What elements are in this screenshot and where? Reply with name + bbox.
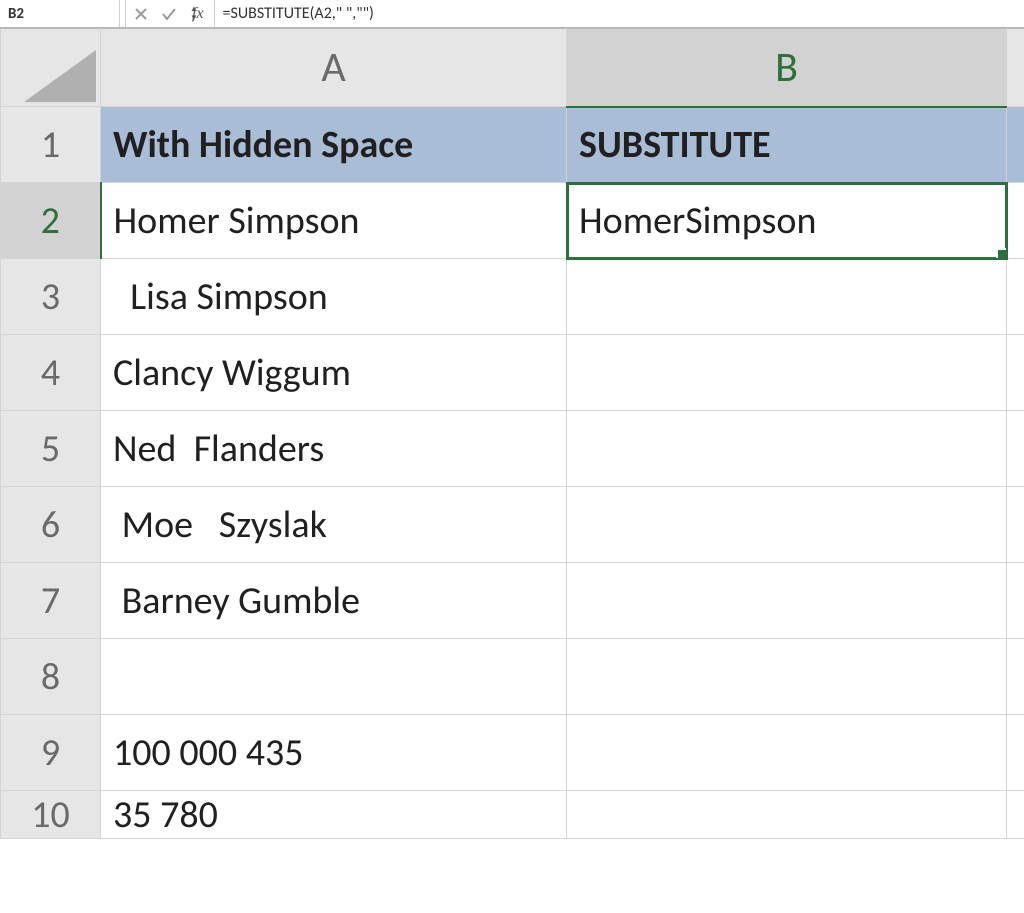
table-row: 7 Barney Gumble: [1, 563, 1024, 639]
cell-A7[interactable]: Barney Gumble: [101, 563, 567, 639]
cell[interactable]: [1007, 639, 1024, 715]
cell-A10[interactable]: 35 780: [101, 791, 567, 839]
cell-B2[interactable]: HomerSimpson: [567, 183, 1007, 259]
table-row: 8: [1, 639, 1024, 715]
cell[interactable]: [1007, 107, 1024, 183]
cell-B9[interactable]: [567, 715, 1007, 791]
cancel-icon[interactable]: [132, 5, 150, 23]
sheet-grid: A B 1 With Hidden Space SUBSTITUTE 2 Hom…: [0, 28, 1024, 913]
row-header[interactable]: 8: [1, 639, 101, 715]
cell-A3[interactable]: Lisa Simpson: [101, 259, 567, 335]
cell-B6[interactable]: [567, 487, 1007, 563]
cell[interactable]: [1007, 487, 1024, 563]
column-header-C-partial[interactable]: [1007, 29, 1024, 107]
row-header[interactable]: 7: [1, 563, 101, 639]
cell-A9[interactable]: 100 000 435: [101, 715, 567, 791]
cell-B8[interactable]: [567, 639, 1007, 715]
cell-B5[interactable]: [567, 411, 1007, 487]
cell-A6[interactable]: Moe Szyslak: [101, 487, 567, 563]
row-header[interactable]: 4: [1, 335, 101, 411]
cell[interactable]: [1007, 411, 1024, 487]
cell[interactable]: [1007, 259, 1024, 335]
table-row: 9 100 000 435: [1, 715, 1024, 791]
cell-A1[interactable]: With Hidden Space: [101, 107, 567, 183]
cell-A4[interactable]: Clancy Wiggum: [101, 335, 567, 411]
table-row: 5 Ned Flanders: [1, 411, 1024, 487]
cell-B1[interactable]: SUBSTITUTE: [567, 107, 1007, 183]
cell-B7[interactable]: [567, 563, 1007, 639]
row-header[interactable]: 9: [1, 715, 101, 791]
cell-B4[interactable]: [567, 335, 1007, 411]
table-row: 6 Moe Szyslak: [1, 487, 1024, 563]
name-box-wrap: ▲ ▼: [0, 0, 120, 27]
cell-A2[interactable]: Homer Simpson: [101, 183, 567, 259]
cell-B10[interactable]: [567, 791, 1007, 839]
cell[interactable]: [1007, 335, 1024, 411]
formula-bar-buttons: fx: [126, 0, 214, 27]
cell-B3[interactable]: [567, 259, 1007, 335]
cell[interactable]: [1007, 563, 1024, 639]
row-header[interactable]: 2: [1, 183, 101, 259]
grid-table: A B 1 With Hidden Space SUBSTITUTE 2 Hom…: [0, 28, 1024, 839]
row-header[interactable]: 10: [1, 791, 101, 839]
row-header[interactable]: 5: [1, 411, 101, 487]
row-header[interactable]: 6: [1, 487, 101, 563]
table-row: 1 With Hidden Space SUBSTITUTE: [1, 107, 1024, 183]
enter-icon[interactable]: [160, 5, 178, 23]
table-row: 3 Lisa Simpson: [1, 259, 1024, 335]
column-headers-row: A B: [1, 29, 1024, 107]
table-row: 10 35 780: [1, 791, 1024, 839]
table-row: 4 Clancy Wiggum: [1, 335, 1024, 411]
select-all-corner[interactable]: [1, 29, 101, 107]
cell[interactable]: [1007, 183, 1024, 259]
row-header[interactable]: 3: [1, 259, 101, 335]
cell[interactable]: [1007, 791, 1024, 839]
column-header-A[interactable]: A: [101, 29, 567, 107]
cell[interactable]: [1007, 715, 1024, 791]
formula-bar: ▲ ▼ fx: [0, 0, 1024, 28]
cell-A5[interactable]: Ned Flanders: [101, 411, 567, 487]
row-header[interactable]: 1: [1, 107, 101, 183]
cell-A8[interactable]: [101, 639, 567, 715]
column-header-B[interactable]: B: [567, 29, 1007, 107]
formula-input[interactable]: [215, 0, 1024, 27]
table-row: 2 Homer Simpson HomerSimpson: [1, 183, 1024, 259]
fx-button[interactable]: fx: [188, 5, 208, 23]
